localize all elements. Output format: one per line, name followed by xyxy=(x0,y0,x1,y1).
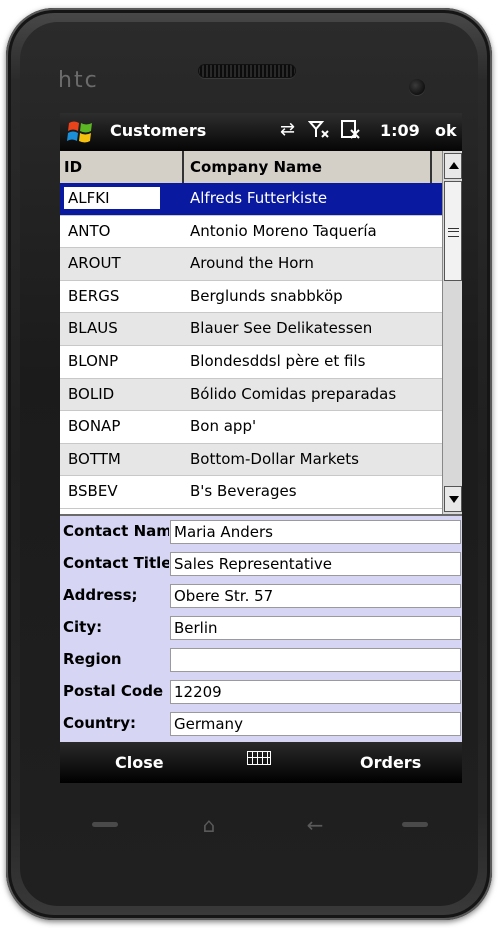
back-arrow-icon: ← xyxy=(306,813,324,837)
keyboard-icon[interactable] xyxy=(247,751,271,765)
orders-softkey[interactable]: Orders xyxy=(360,753,421,772)
region-field[interactable] xyxy=(170,648,461,672)
scroll-up-button[interactable] xyxy=(444,153,462,179)
connectivity-arrows-icon[interactable]: ⇄ xyxy=(280,118,295,142)
cell-company-name: Bon app' xyxy=(190,417,257,436)
scroll-down-button[interactable] xyxy=(444,486,462,512)
cell-id[interactable]: ALFKI xyxy=(64,187,160,209)
cell-company-name: Bólido Comidas preparadas xyxy=(190,384,397,403)
table-row[interactable]: BERGS Berglunds snabbköp xyxy=(60,281,442,314)
close-softkey[interactable]: Close xyxy=(115,753,164,772)
cell-id: BSBEV xyxy=(68,482,118,501)
cell-company-name: Blauer See Delikatessen xyxy=(190,319,373,338)
contact-title-field[interactable]: Sales Representative xyxy=(170,552,461,576)
cell-company-name: Blondesddsl père et fils xyxy=(190,351,366,370)
field-label: Region xyxy=(63,650,122,668)
field-label: Postal Code xyxy=(63,682,164,700)
screen: Customers ⇄ 1:09 ok ID Company Name ALFK… xyxy=(60,113,462,783)
cell-id: BLONP xyxy=(68,351,119,370)
grid-rows: ALFKI Alfreds Futterkiste ANTO Antonio Mor… xyxy=(60,183,442,509)
cell-id: BOLID xyxy=(68,384,115,403)
customers-grid[interactable]: ID Company Name ALFKI Alfreds Futterkiste… xyxy=(60,151,462,514)
field-label: Contact Title xyxy=(63,554,169,572)
table-row[interactable]: BOLID Bólido Comidas preparadas xyxy=(60,378,442,412)
app-title[interactable]: Customers xyxy=(110,121,206,140)
front-camera xyxy=(409,79,425,95)
column-header-id[interactable]: ID xyxy=(60,151,184,183)
field-label: Contact Nam xyxy=(63,522,169,540)
field-label: City: xyxy=(63,618,103,636)
table-row[interactable]: ALFKI Alfreds Futterkiste xyxy=(60,183,442,216)
grip-icon xyxy=(448,228,459,237)
windows-start-icon[interactable] xyxy=(66,117,96,147)
phone-call-icon xyxy=(92,822,118,827)
city-row: City: Berlin xyxy=(60,614,462,642)
vertical-scrollbar[interactable] xyxy=(442,151,462,514)
speaker-grille xyxy=(198,64,296,78)
table-row[interactable]: BONAP Bon app' xyxy=(60,411,442,444)
cell-id: BONAP xyxy=(68,417,121,436)
table-row[interactable]: BLAUS Blauer See Delikatessen xyxy=(60,313,442,346)
cell-id: AROUT xyxy=(68,254,121,273)
cell-company-name: Bottom-Dollar Markets xyxy=(190,449,359,468)
cell-id: ANTO xyxy=(68,221,111,240)
arrow-up-icon xyxy=(449,162,459,169)
field-label: Address; xyxy=(63,586,138,604)
contact-title-row: Contact Title Sales Representative xyxy=(60,550,462,578)
cell-id: BOTTM xyxy=(68,449,121,468)
table-row[interactable]: BOTTM Bottom-Dollar Markets xyxy=(60,443,442,477)
clock[interactable]: 1:09 xyxy=(380,121,420,140)
field-label: Country: xyxy=(63,714,137,732)
home-button[interactable]: ⌂ xyxy=(184,814,234,836)
cell-id: BERGS xyxy=(68,286,120,305)
ok-button[interactable]: ok xyxy=(435,121,457,140)
title-bar: Customers ⇄ 1:09 ok xyxy=(60,113,462,151)
table-row[interactable]: AROUT Around the Horn xyxy=(60,248,442,281)
grid-header: ID Company Name xyxy=(60,151,442,184)
table-row[interactable]: ANTO Antonio Moreno Taquería xyxy=(60,216,442,249)
back-button[interactable]: ← xyxy=(290,814,340,836)
signal-off-icon[interactable] xyxy=(307,118,330,147)
column-header-company-name[interactable]: Company Name xyxy=(184,151,432,183)
postal-code-row: Postal Code 12209 xyxy=(60,678,462,706)
contact-name-row: Contact Nam Maria Anders xyxy=(60,518,462,546)
country-field[interactable]: Germany xyxy=(170,712,461,736)
cell-company-name: Antonio Moreno Taquería xyxy=(190,221,377,240)
address-row: Address; Obere Str. 57 xyxy=(60,582,462,610)
home-icon: ⌂ xyxy=(202,813,216,837)
brand-logo: htc xyxy=(58,68,99,93)
arrow-down-icon xyxy=(449,496,459,503)
city-field[interactable]: Berlin xyxy=(170,616,461,640)
region-row: Region xyxy=(60,646,462,674)
table-row[interactable]: BLONP Blondesddsl père et fils xyxy=(60,346,442,379)
cell-company-name: Berglunds snabbköp xyxy=(190,286,343,305)
cell-id: BLAUS xyxy=(68,319,118,338)
cell-company-name: Around the Horn xyxy=(190,254,314,273)
address-field[interactable]: Obere Str. 57 xyxy=(170,584,461,608)
country-row: Country: Germany xyxy=(60,710,462,738)
softkey-bar: Close Orders xyxy=(60,742,462,783)
postal-code-field[interactable]: 12209 xyxy=(170,680,461,704)
cell-company-name: Alfreds Futterkiste xyxy=(190,189,328,207)
contact-name-field[interactable]: Maria Anders xyxy=(170,520,461,544)
table-row[interactable]: BSBEV B's Beverages xyxy=(60,476,442,509)
call-button[interactable] xyxy=(80,814,130,836)
sound-off-icon[interactable] xyxy=(340,118,362,147)
scroll-thumb[interactable] xyxy=(444,181,462,281)
phone-end-icon xyxy=(402,822,428,827)
cell-company-name: B's Beverages xyxy=(190,482,297,501)
end-call-button[interactable] xyxy=(390,814,440,836)
customer-details-form: Contact Nam Maria Anders Contact Title S… xyxy=(60,514,462,744)
